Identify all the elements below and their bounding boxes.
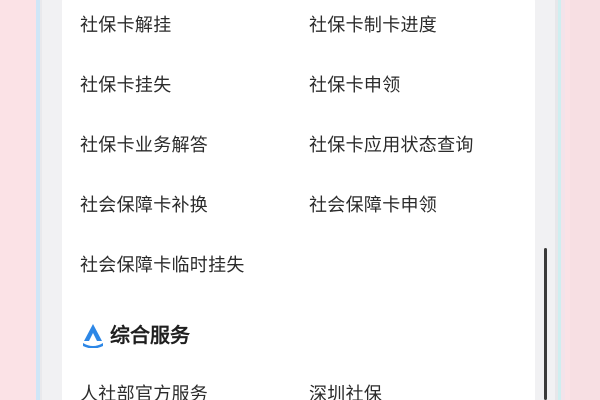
scrollbar[interactable] — [544, 248, 547, 400]
service-link-temporary-loss[interactable]: 社会保障卡临时挂失 — [80, 255, 245, 277]
service-link-mohrss-official[interactable]: 人社部官方服务 — [80, 384, 208, 400]
service-link-card-progress[interactable]: 社保卡制卡进度 — [309, 15, 437, 37]
service-link-shenzhen-social-security[interactable]: 深圳社保 — [309, 384, 382, 400]
service-link-report-loss[interactable]: 社保卡挂失 — [80, 75, 172, 97]
service-link-apply-card[interactable]: 社保卡申领 — [309, 75, 401, 97]
service-link-app-status-query[interactable]: 社保卡应用状态查询 — [309, 135, 474, 157]
section-title: 综合服务 — [110, 323, 190, 347]
service-link-replace-card[interactable]: 社会保障卡补换 — [80, 195, 208, 217]
background-right — [570, 0, 600, 400]
phone-screen: 社保卡解挂 社保卡制卡进度 社保卡挂失 社保卡申领 社保卡业务解答 社保卡应用状… — [42, 0, 555, 400]
service-link-unfreeze-card[interactable]: 社保卡解挂 — [80, 15, 172, 37]
service-link-apply-social-security-card[interactable]: 社会保障卡申领 — [309, 195, 437, 217]
phone-frame-right — [555, 0, 565, 400]
service-logo-icon — [83, 324, 103, 348]
service-link-business-faq[interactable]: 社保卡业务解答 — [80, 135, 208, 157]
services-card: 社保卡解挂 社保卡制卡进度 社保卡挂失 社保卡申领 社保卡业务解答 社保卡应用状… — [62, 0, 535, 400]
